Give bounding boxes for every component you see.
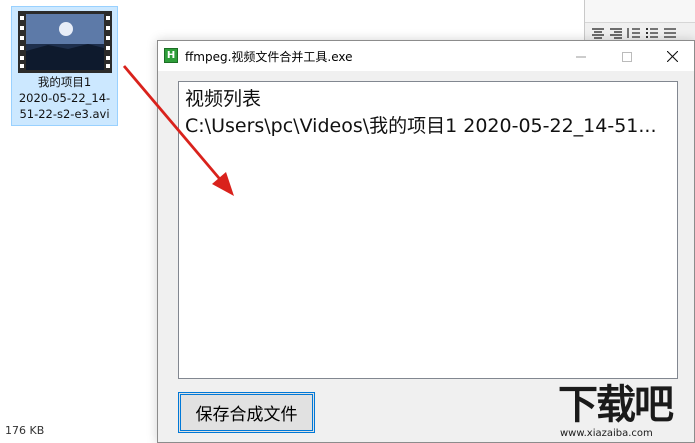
minimize-icon <box>576 47 586 66</box>
watermark-url: www.xiazaiba.com <box>560 428 653 439</box>
list-item[interactable]: C:\Users\pc\Videos\我的项目1 2020-05-22_14-5… <box>185 113 671 140</box>
indent-icon[interactable] <box>663 27 677 39</box>
file-name-line: 51-22-s2-e3.avi <box>19 107 110 121</box>
save-merged-file-button[interactable]: 保存合成文件 <box>178 392 315 433</box>
app-icon: H <box>164 48 178 63</box>
watermark-logo: 下载吧 www.xiazaiba.com <box>552 382 695 443</box>
close-icon <box>666 47 678 66</box>
bullet-list-icon[interactable] <box>645 27 659 39</box>
file-name-line: 我的项目1 <box>37 75 92 89</box>
numbered-list-icon[interactable] <box>627 27 641 39</box>
align-right-icon[interactable] <box>609 27 623 39</box>
file-name: 我的项目1 2020-05-22_14- 51-22-s2-e3.avi <box>12 74 117 122</box>
watermark-text: 下载吧 <box>558 382 674 428</box>
video-file-icon <box>18 11 112 73</box>
maximize-icon <box>622 47 632 66</box>
red-arrow-annotation <box>122 65 234 196</box>
list-item[interactable]: 视频列表 <box>185 86 671 113</box>
video-listbox[interactable]: 视频列表 C:\Users\pc\Videos\我的项目1 2020-05-22… <box>178 81 678 379</box>
status-file-size: 176 KB <box>5 424 45 437</box>
video-file-item[interactable]: 我的项目1 2020-05-22_14- 51-22-s2-e3.avi <box>11 6 118 126</box>
align-center-icon[interactable] <box>591 27 605 39</box>
minimize-button[interactable] <box>558 41 604 71</box>
close-button[interactable] <box>649 41 695 71</box>
file-name-line: 2020-05-22_14- <box>18 91 111 105</box>
maximize-button[interactable] <box>604 41 650 71</box>
